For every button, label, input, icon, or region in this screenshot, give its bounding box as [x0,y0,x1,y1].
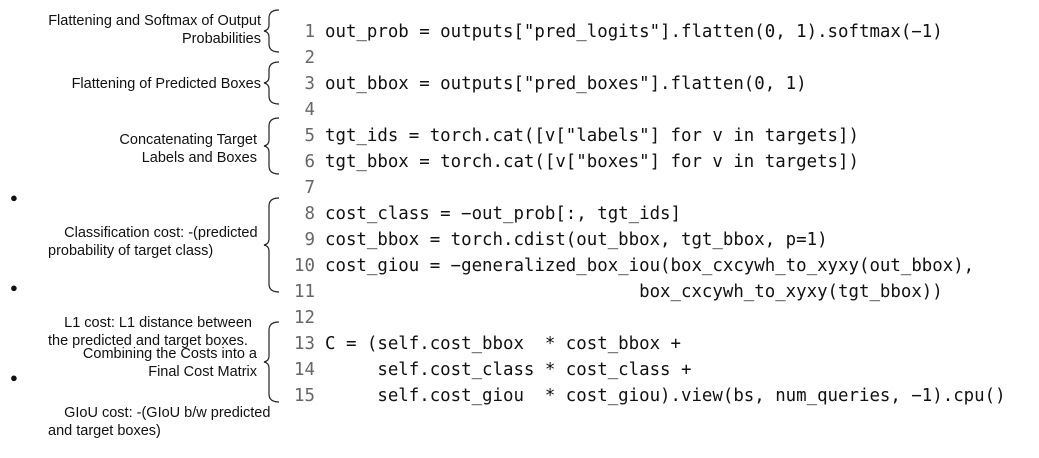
brace-concat [263,117,280,175]
code-text: out_prob = outputs["pred_logits"].flatte… [325,22,943,42]
annotation-flat-boxes: Flattening of Predicted Boxes [71,76,261,92]
code-line: 3 out_bbox = outputs["pred_boxes"].flatte… [293,71,807,97]
code-line: 5 tgt_ids = torch.cat([v["labels"] for v … [293,123,859,149]
brace-softmax [263,9,280,53]
line-number: 2 [304,48,315,68]
line-number: 8 [304,204,315,224]
line-number: 3 [304,74,315,94]
line-number: 5 [304,126,315,146]
code-text: out_bbox = outputs["pred_boxes"].flatten… [325,74,807,94]
code-line: 15 self.cost_giou * cost_giou).view(bs, … [293,383,1006,409]
brace-flat-boxes [263,61,280,105]
line-number: 15 [294,386,315,406]
line-number: 7 [304,178,315,198]
code-text: self.cost_class * cost_class + [325,360,692,380]
code-line: 1 out_prob = outputs["pred_logits"].flatt… [293,19,943,45]
line-number: 1 [304,22,315,42]
code-text: box_cxcywh_to_xyxy(tgt_bbox)) [325,282,943,302]
code-text: tgt_ids = torch.cat([v["labels"] for v i… [325,126,859,146]
code-line: 9 cost_bbox = torch.cdist(out_bbox, tgt_b… [293,227,828,253]
code-line: 12 [293,305,325,331]
line-number: 14 [294,360,315,380]
code-line: 8 cost_class = −out_prob[:, tgt_ids] [293,201,681,227]
code-line: 4 [293,97,325,123]
line-number: 10 [294,256,315,276]
code-line: 2 [293,45,325,71]
code-text: cost_bbox = torch.cdist(out_bbox, tgt_bb… [325,230,828,250]
annotation-softmax: Flattening and Softmax of Output Probabi… [48,13,261,47]
bullet-item: ● Classification cost: -(predicted proba… [10,188,280,278]
bullet-item: ● L1 cost: L1 distance between the predi… [10,278,280,368]
cost-bullet-list: ● Classification cost: -(predicted proba… [10,188,280,458]
code-line: 10 cost_giou = −generalized_box_iou(box_c… [293,253,974,279]
line-number: 9 [304,230,315,250]
code-line: 6 tgt_bbox = torch.cat([v["boxes"] for v … [293,149,859,175]
line-number: 13 [294,334,315,354]
code-line: 7 [293,175,325,201]
line-number: 4 [304,100,315,120]
annotation-concat: Concatenating Target Labels and Boxes [119,132,257,166]
code-text: C = (self.cost_bbox * cost_bbox + [325,334,681,354]
code-line: 11 box_cxcywh_to_xyxy(tgt_bbox)) [293,279,943,305]
bullet-dot: ● [10,370,18,385]
bullet-item: ● GIoU cost: -(GIoU b/w predicted and ta… [10,368,280,458]
line-number: 6 [304,152,315,172]
code-text: cost_giou = −generalized_box_iou(box_cxc… [325,256,975,276]
bullet-text: L1 cost: L1 distance between the predict… [48,315,252,349]
bullet-dot: ● [10,190,18,205]
line-number: 11 [294,282,315,302]
bullet-dot: ● [10,280,18,295]
code-text: cost_class = −out_prob[:, tgt_ids] [325,204,681,224]
bullet-text: GIoU cost: -(GIoU b/w predicted and targ… [48,405,271,439]
code-line: 13 C = (self.cost_bbox * cost_bbox + [293,331,681,357]
line-number: 12 [294,308,315,328]
code-text: self.cost_giou * cost_giou).view(bs, num… [325,386,1006,406]
code-text: tgt_bbox = torch.cat([v["boxes"] for v i… [325,152,859,172]
code-line: 14 self.cost_class * cost_class + [293,357,691,383]
bullet-text: Classification cost: -(predicted probabi… [48,225,258,259]
